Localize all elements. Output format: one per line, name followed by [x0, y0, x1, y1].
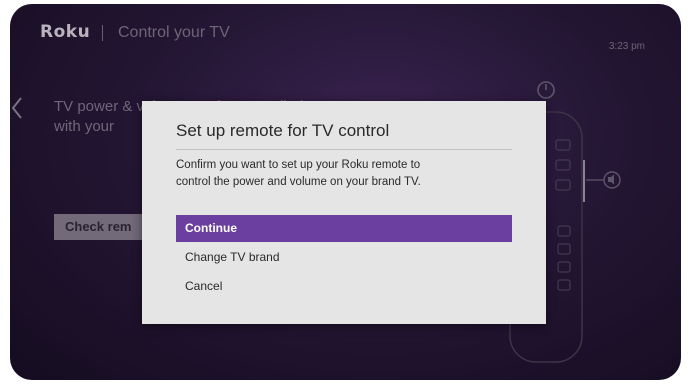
chevron-left-icon[interactable] [10, 96, 24, 120]
change-tv-brand-option[interactable]: Change TV brand [176, 244, 512, 271]
page-title: Control your TV [118, 24, 230, 41]
dialog-divider [176, 149, 512, 150]
header: Roku Control your TV 3:23 pm [10, 4, 681, 60]
volume-icon [603, 171, 621, 189]
setup-remote-dialog: Set up remote for TV control Confirm you… [142, 101, 546, 324]
roku-logo: Roku [40, 22, 91, 42]
header-divider [102, 25, 103, 41]
continue-option[interactable]: Continue [176, 215, 512, 242]
dialog-body: Confirm you want to set up your Roku rem… [176, 159, 421, 188]
cancel-option[interactable]: Cancel [176, 273, 512, 300]
dialog-title: Set up remote for TV control [176, 121, 390, 140]
power-icon [537, 81, 555, 99]
dialog-options: Continue Change TV brand Cancel [176, 215, 512, 302]
clock: 3:23 pm [608, 41, 645, 52]
